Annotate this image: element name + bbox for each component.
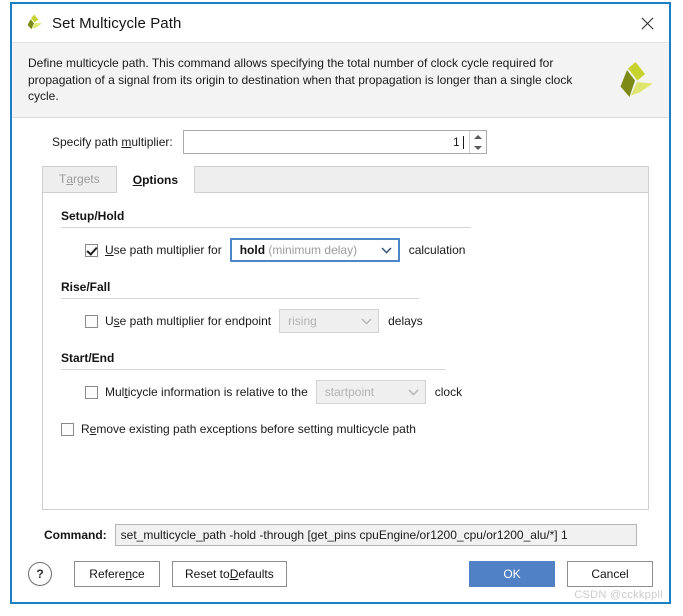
remove-existing-exceptions-label: Remove existing path exceptions before s…: [81, 422, 416, 436]
dialog-footer: ? Refere n ce Reset to Defaults OK Cancel …: [12, 546, 669, 602]
use-path-multiplier-setup-hold-checkbox[interactable]: [85, 243, 98, 257]
reset-to-defaults-button[interactable]: Reset to Defaults: [172, 561, 287, 587]
path-multiplier-row: Specify path multiplier: 1: [28, 118, 653, 166]
section-title: Start/End: [61, 351, 115, 365]
xilinx-logo-icon: [613, 59, 655, 105]
remove-existing-exceptions-checkbox[interactable]: [61, 422, 74, 436]
close-icon[interactable]: [625, 5, 669, 41]
spinner-up-icon[interactable]: [470, 131, 486, 142]
command-label: Command:: [44, 528, 107, 542]
setup-hold-delay-value: hold (minimum delay): [239, 243, 358, 257]
description-text: Define multicycle path. This command all…: [28, 56, 573, 103]
start-end-point-select[interactable]: startpoint: [315, 380, 426, 404]
section-title: Rise/Fall: [61, 280, 111, 294]
setup-hold-delay-select[interactable]: hold (minimum delay): [229, 238, 400, 262]
spinner-down-icon[interactable]: [470, 142, 486, 153]
section-divider: [61, 298, 419, 299]
dialog-body: Specify path multiplier: 1 Ta rgets Optio…: [12, 118, 669, 546]
window-title: Set Multicycle Path: [52, 14, 182, 32]
rise-fall-trailing-label: delays: [388, 314, 423, 328]
ok-button[interactable]: OK: [469, 561, 555, 587]
start-end-point-value: startpoint: [324, 385, 375, 399]
multicycle-relative-label: Multicycle information is relative to th…: [105, 385, 308, 399]
description-banner: Define multicycle path. This command all…: [12, 42, 669, 118]
path-multiplier-label: Specify path multiplier:: [52, 135, 173, 149]
section-title: Setup/Hold: [61, 209, 125, 223]
command-row: Command: set_multicycle_path -hold -thro…: [44, 524, 637, 546]
cancel-button[interactable]: Cancel: [567, 561, 653, 587]
start-end-trailing-label: clock: [434, 385, 463, 399]
section-setup-hold: Setup/Hold Use path multiplier for hold …: [61, 209, 630, 262]
path-multiplier-input[interactable]: 1: [184, 131, 469, 153]
path-multiplier-value: 1: [453, 135, 460, 149]
section-divider: [61, 227, 471, 228]
use-path-multiplier-endpoint-label: Use path multiplier for endpoint: [105, 314, 272, 328]
tabs-area: Ta rgets Options Setup/Hold Use path mult…: [42, 166, 649, 510]
section-divider: [61, 369, 446, 370]
remove-exceptions-row: Remove existing path exceptions before s…: [61, 422, 630, 436]
use-path-multiplier-label: Use path multiplier for: [105, 243, 222, 257]
chevron-down-icon: [361, 317, 372, 325]
watermark: CSDN @cckkppll: [574, 589, 663, 601]
reference-button[interactable]: Refere n ce: [74, 561, 160, 587]
tab-options[interactable]: Options: [115, 166, 196, 193]
rise-fall-option-row: Use path multiplier for endpoint rising …: [61, 309, 630, 333]
title-bar: Set Multicycle Path: [12, 4, 669, 42]
text-caret: [462, 135, 464, 149]
start-end-option-row: Multicycle information is relative to th…: [61, 380, 630, 404]
multicycle-relative-checkbox[interactable]: [85, 385, 98, 399]
chevron-down-icon: [381, 246, 392, 254]
path-multiplier-stepper[interactable]: 1: [182, 130, 487, 154]
xilinx-logo-icon: [24, 13, 44, 33]
use-path-multiplier-endpoint-checkbox[interactable]: [85, 314, 98, 328]
help-button[interactable]: ?: [28, 562, 52, 586]
options-tab-panel: Setup/Hold Use path multiplier for hold …: [42, 192, 649, 510]
section-start-end: Start/End Multicycle information is rela…: [61, 351, 630, 404]
rise-fall-edge-value: rising: [288, 314, 317, 328]
rise-fall-edge-select[interactable]: rising: [279, 309, 380, 333]
tab-strip: Ta rgets Options: [42, 166, 649, 193]
section-rise-fall: Rise/Fall Use path multiplier for endpoi…: [61, 280, 630, 333]
setup-hold-option-row: Use path multiplier for hold (minimum de…: [61, 238, 630, 262]
chevron-down-icon: [408, 388, 419, 396]
set-multicycle-path-dialog: Set Multicycle Path Define multicycle pa…: [10, 2, 671, 604]
command-field[interactable]: set_multicycle_path -hold -through [get_…: [114, 524, 637, 546]
setup-hold-trailing-label: calculation: [408, 243, 466, 257]
tab-targets[interactable]: Ta rgets: [43, 166, 116, 192]
stepper-buttons: [468, 131, 486, 153]
